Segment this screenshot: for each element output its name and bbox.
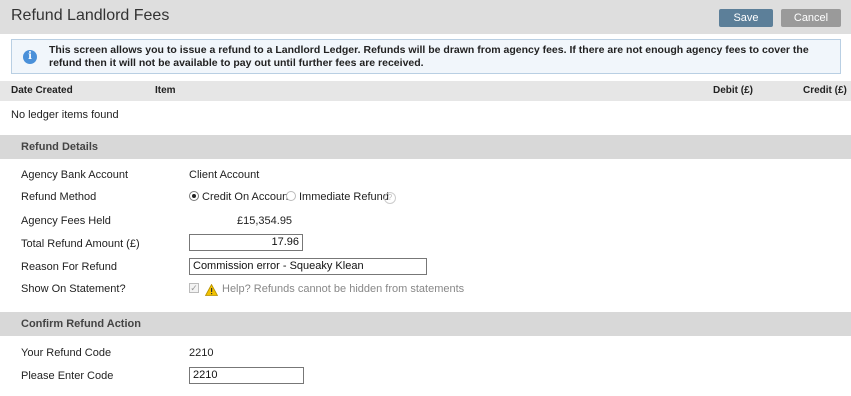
save-button[interactable]: Save (719, 9, 773, 27)
section-title: Refund Details (21, 141, 99, 153)
enter-code-input[interactable]: 2210 (189, 367, 304, 384)
credit-on-account-label[interactable]: Credit On Account (202, 191, 291, 203)
reason-input[interactable]: Commission error - Squeaky Klean (189, 258, 427, 275)
refund-details-section-header: Refund Details (0, 135, 851, 159)
show-on-statement-label: Show On Statement? (21, 283, 126, 295)
immediate-refund-radio[interactable] (286, 191, 296, 201)
column-header-item: Item (155, 85, 176, 96)
ledger-table-header: Date Created Item Debit (£) Credit (£) (0, 81, 851, 101)
empty-ledger-message: No ledger items found (11, 109, 119, 121)
statement-help-text: Help? Refunds cannot be hidden from stat… (222, 283, 465, 295)
total-refund-label: Total Refund Amount (£) (21, 238, 140, 250)
refund-code-label: Your Refund Code (21, 347, 112, 359)
agency-fees-held-value: £15,354.95 (237, 215, 293, 227)
refund-code-value: 2210 (189, 347, 214, 359)
show-on-statement-checkbox[interactable]: ✓ (189, 283, 199, 293)
credit-on-account-radio[interactable] (189, 191, 199, 201)
help-icon[interactable]: ? (384, 192, 396, 204)
agency-fees-held-label: Agency Fees Held (21, 215, 111, 227)
page-title: Refund Landlord Fees (11, 7, 170, 24)
info-text: This screen allows you to issue a refund… (49, 44, 809, 69)
total-refund-input[interactable]: 17.96 (189, 234, 303, 251)
reason-label: Reason For Refund (21, 261, 117, 273)
enter-code-label: Please Enter Code (21, 370, 114, 382)
title-bar: Refund Landlord Fees Save Cancel (0, 0, 851, 34)
info-banner: i This screen allows you to issue a refu… (11, 39, 841, 74)
bank-account-label: Agency Bank Account (21, 169, 129, 181)
column-header-debit: Debit (£) (713, 85, 753, 96)
confirm-refund-section-header: Confirm Refund Action (0, 312, 851, 336)
column-header-date-created: Date Created (11, 85, 73, 96)
bank-account-value: Client Account (189, 169, 260, 181)
refund-method-label: Refund Method (21, 191, 97, 203)
column-header-credit: Credit (£) (803, 85, 847, 96)
section-title: Confirm Refund Action (21, 318, 141, 330)
warning-icon (205, 284, 218, 296)
immediate-refund-label[interactable]: Immediate Refund (299, 191, 389, 203)
cancel-button[interactable]: Cancel (781, 9, 841, 27)
info-icon: i (23, 50, 37, 64)
